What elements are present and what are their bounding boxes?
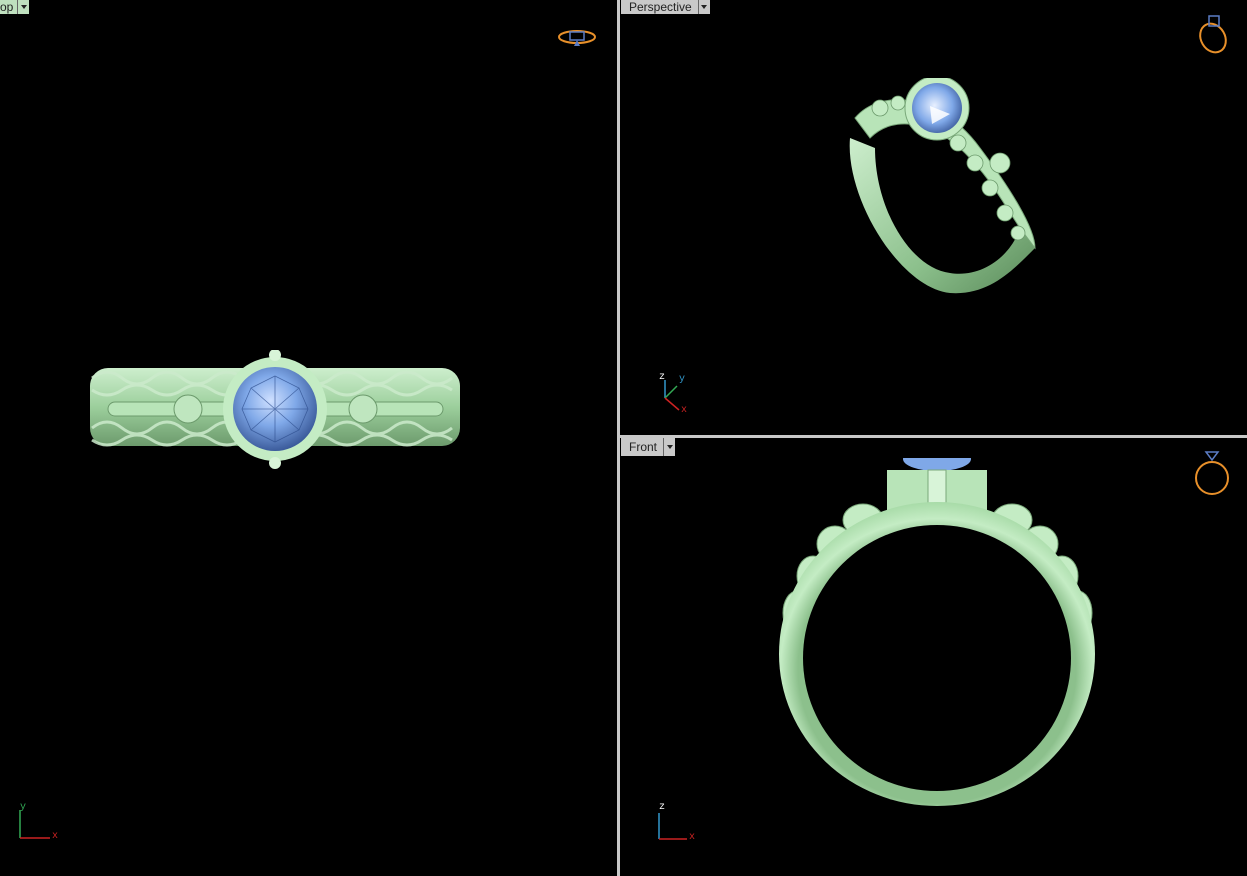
viewport-divider-vertical[interactable] [617,0,620,876]
ring-model-front-view [779,458,1095,806]
ring-model-perspective-view [849,78,1036,294]
axis-label-y: y [679,374,686,385]
viewport-top[interactable]: y x [0,0,617,876]
viewport-tab-label[interactable]: Front [621,438,663,456]
chevron-down-icon[interactable] [663,438,675,456]
viewport-tab-perspective[interactable]: Perspective [621,0,710,14]
ring-orientation-icon[interactable] [556,26,598,48]
axis-label-x: x [52,831,59,842]
viewport-tab-label[interactable]: Perspective [621,0,698,14]
axis-label-x: x [689,832,696,843]
viewport-divider-horizontal[interactable] [620,435,1247,438]
viewport-tab-label[interactable]: op [0,0,17,14]
ring-orientation-icon[interactable] [1193,12,1233,56]
axis-triad-front: z x [653,801,703,851]
viewport-front[interactable]: z x [620,438,1247,876]
axis-label-x: x [681,405,688,416]
ring-model-top-view [90,350,460,469]
axis-label-z: z [659,802,666,813]
chevron-down-icon[interactable] [17,0,29,14]
axis-label-y: y [20,802,27,813]
chevron-down-icon[interactable] [697,0,710,14]
viewport-tab-front[interactable]: Front [621,438,676,456]
axis-triad-perspective: z y x [653,370,703,420]
axis-label-z: z [659,372,666,383]
viewport-perspective[interactable]: z y x [620,0,1247,435]
axis-triad-top: y x [14,800,64,850]
ring-orientation-icon[interactable] [1192,446,1232,500]
viewport-tab-top[interactable]: op [0,0,30,14]
